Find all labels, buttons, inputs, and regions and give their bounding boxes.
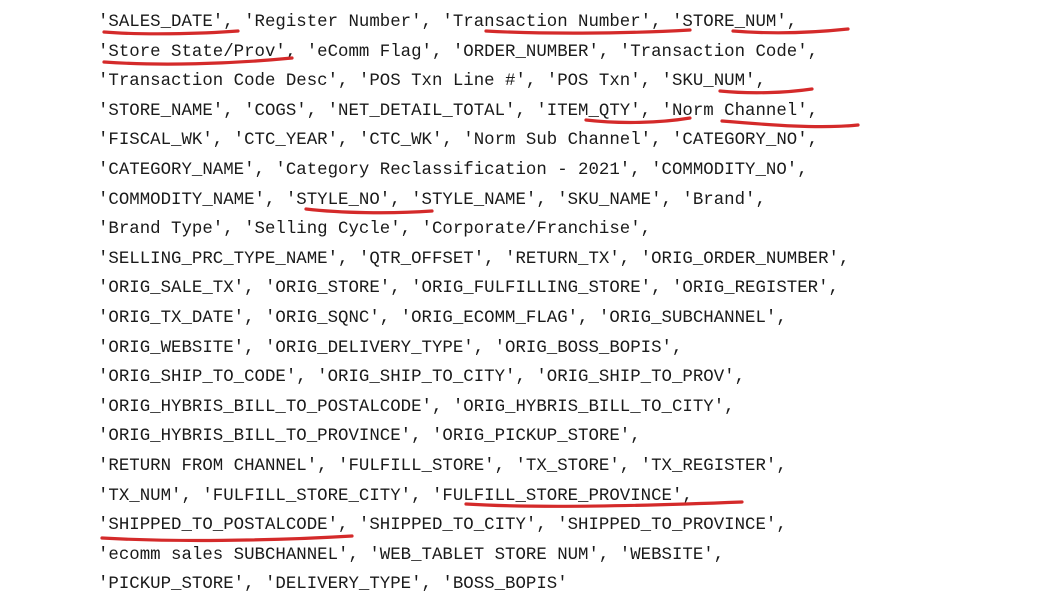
code-line: 'SELLING_PRC_TYPE_NAME', 'QTR_OFFSET', '… — [98, 249, 850, 269]
code-line: 'SALES_DATE', 'Register Number', 'Transa… — [98, 13, 798, 32]
code-line: 'STORE_NAME', 'COGS', 'NET_DETAIL_TOTAL'… — [98, 101, 819, 121]
code-line: 'COMMODITY_NAME', 'STYLE_NO', 'STYLE_NAM… — [98, 190, 766, 210]
code-line: 'ORIG_WEBSITE', 'ORIG_DELIVERY_TYPE', 'O… — [98, 338, 683, 358]
code-line: 'TX_NUM', 'FULFILL_STORE_CITY', 'FULFILL… — [98, 486, 693, 506]
code-line: 'ORIG_SALE_TX', 'ORIG_STORE', 'ORIG_FULF… — [98, 279, 839, 299]
code-line: 'SHIPPED_TO_POSTALCODE', 'SHIPPED_TO_CIT… — [98, 516, 787, 536]
code-line: 'ORIG_TX_DATE', 'ORIG_SQNC', 'ORIG_ECOMM… — [98, 308, 787, 328]
code-line: 'ecomm sales SUBCHANNEL', 'WEB_TABLET ST… — [98, 545, 725, 565]
code-line: 'Store State/Prov', 'eComm Flag', 'ORDER… — [98, 42, 819, 62]
code-line: 'PICKUP_STORE', 'DELIVERY_TYPE', 'BOSS_B… — [98, 575, 568, 595]
code-line: 'ORIG_HYBRIS_BILL_TO_POSTALCODE', 'ORIG_… — [98, 397, 735, 417]
code-line: 'Brand Type', 'Selling Cycle', 'Corporat… — [98, 220, 652, 240]
column-list-code: 'SALES_DATE', 'Register Number', 'Transa… — [98, 8, 849, 600]
code-line: 'ORIG_HYBRIS_BILL_TO_PROVINCE', 'ORIG_PI… — [98, 427, 641, 447]
code-line: 'CATEGORY_NAME', 'Category Reclassificat… — [98, 160, 808, 180]
code-line: 'FISCAL_WK', 'CTC_YEAR', 'CTC_WK', 'Norm… — [98, 131, 819, 151]
code-line: 'Transaction Code Desc', 'POS Txn Line #… — [98, 72, 766, 92]
code-line: 'ORIG_SHIP_TO_CODE', 'ORIG_SHIP_TO_CITY'… — [98, 368, 746, 388]
code-line: 'RETURN FROM CHANNEL', 'FULFILL_STORE', … — [98, 456, 787, 476]
